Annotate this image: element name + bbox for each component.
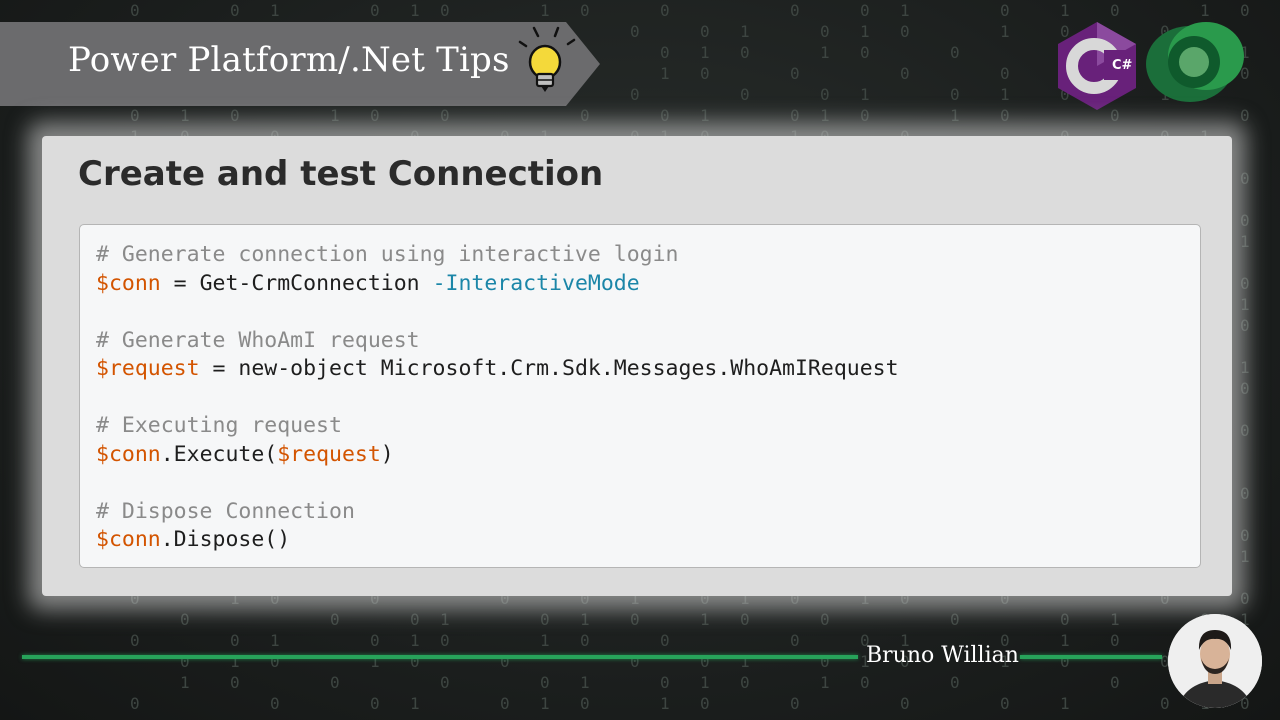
code-variable: $conn	[96, 270, 161, 296]
code-content: # Generate connection using interactive …	[96, 241, 899, 555]
code-text: .Dispose()	[160, 527, 291, 552]
content-card: Create and test Connection # Generate co…	[42, 136, 1232, 596]
author-avatar	[1168, 614, 1262, 708]
code-text: = Get-CrmConnection	[160, 270, 433, 296]
author-name: Bruno Willian	[866, 643, 1019, 668]
dataverse-logo	[1142, 20, 1246, 104]
footer-line-right	[1020, 655, 1162, 659]
code-line: # Executing request	[96, 412, 899, 441]
code-comment: # Generate WhoAmI request	[96, 327, 420, 353]
code-text: .Execute(	[160, 441, 278, 467]
code-text: )	[380, 441, 394, 467]
code-comment: # Executing request	[96, 413, 342, 438]
banner-title: Power Platform/.Net Tips	[68, 40, 510, 80]
code-variable: $conn	[96, 527, 161, 552]
code-line: $conn = Get-CrmConnection -InteractiveMo…	[96, 270, 899, 299]
footer-line-left	[22, 655, 858, 659]
code-line: # Generate WhoAmI request	[96, 327, 899, 356]
csharp-logo: C#	[1052, 20, 1142, 110]
csharp-hash: C#	[1112, 58, 1133, 73]
matrix-column: 0 1 0 0 0 0 1 0 1 0 1 0 0 0 0 1 0 1 0 1 …	[1240, 1, 1250, 713]
code-variable: $request	[277, 441, 381, 467]
card-title: Create and test Connection	[78, 154, 604, 194]
code-line: # Dispose Connection	[96, 498, 899, 527]
code-line: $request = new-object Microsoft.Crm.Sdk.…	[96, 355, 899, 384]
code-parameter: -InteractiveMode	[432, 270, 640, 296]
lightbulb-icon	[514, 24, 584, 96]
code-variable: $conn	[96, 441, 161, 467]
code-comment: # Dispose Connection	[96, 498, 355, 524]
code-line: $conn.Dispose()	[96, 526, 899, 555]
code-line: $conn.Execute($request)	[96, 441, 899, 470]
code-line: # Generate connection using interactive …	[96, 241, 899, 270]
code-block: # Generate connection using interactive …	[79, 224, 1201, 568]
code-variable: $request	[96, 356, 200, 381]
code-text: = new-object Microsoft.Crm.Sdk.Messages.…	[199, 356, 899, 381]
code-comment: # Generate connection using interactive …	[96, 242, 679, 267]
